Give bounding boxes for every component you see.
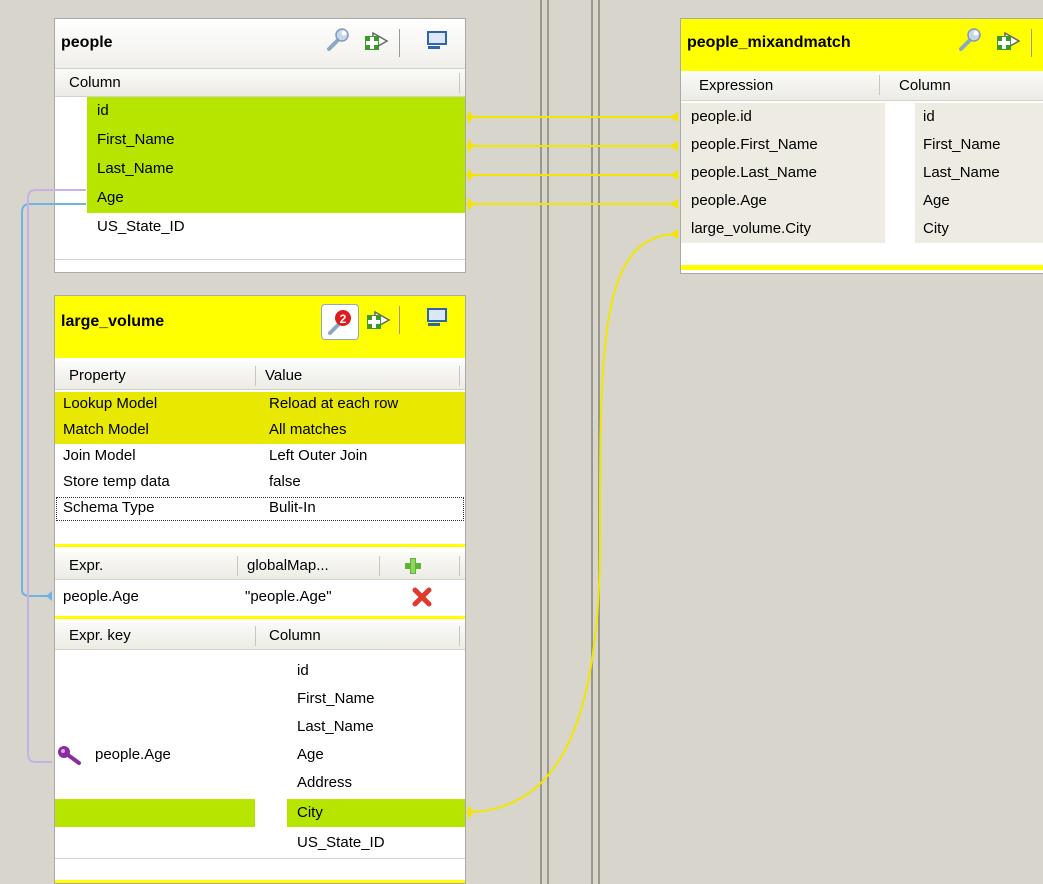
link-city bbox=[465, 233, 679, 813]
link-age-to-key bbox=[27, 189, 86, 763]
mapping-links bbox=[21, 110, 679, 819]
link-age-to-expression bbox=[21, 203, 86, 597]
